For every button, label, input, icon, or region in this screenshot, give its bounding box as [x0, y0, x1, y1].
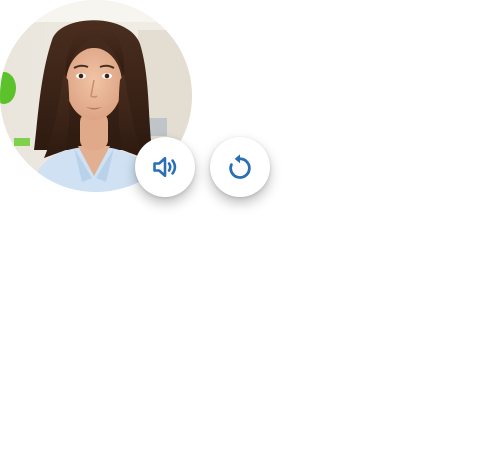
video-call-stage — [0, 0, 486, 474]
replay-icon — [229, 154, 251, 179]
audio-button[interactable] — [135, 137, 195, 197]
speaker-icon — [153, 156, 177, 178]
replay-button[interactable] — [210, 137, 270, 197]
